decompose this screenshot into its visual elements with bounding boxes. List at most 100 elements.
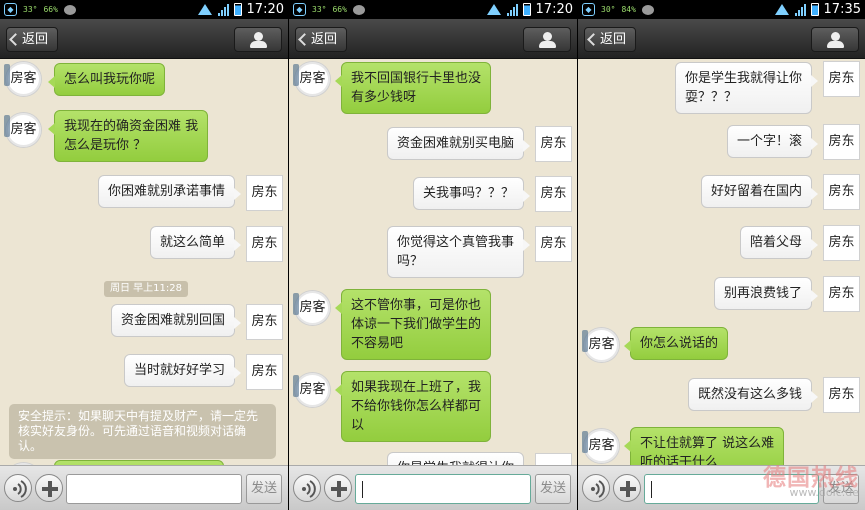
guest-avatar[interactable]: 房客 (293, 61, 331, 97)
host-avatar[interactable]: 房东 (535, 126, 572, 162)
chat-panel-3: ◆ 30° 84% 17:35 返回 你是学生我就得让你 耍？？？ 房东 一个字… (578, 0, 865, 510)
send-button[interactable]: 发送 (535, 474, 571, 504)
clock: 17:35 (823, 2, 861, 17)
security-notice: 安全提示：如果聊天中有提及财产，请一定先核实好友身份。可先通过语音和视频对话确认… (9, 404, 276, 459)
outgoing-message: 一个字！滚 (726, 125, 819, 158)
chat-panel-2: ◆ 33° 66% 17:20 返回 房客 我不回国银行卡里也没 有多少钱呀 资… (289, 0, 577, 510)
guest-avatar[interactable]: 房客 (4, 112, 42, 148)
message-input[interactable] (355, 474, 531, 504)
guest-avatar[interactable]: 房客 (293, 372, 331, 408)
incoming-message: 我现在的确资金困难 我 怎么是玩你 ？ (47, 110, 209, 162)
host-avatar[interactable]: 房东 (246, 175, 283, 211)
signal-icon (794, 3, 806, 16)
outgoing-message: 好好留着在国内 (700, 175, 819, 208)
send-button[interactable]: 发送 (246, 474, 282, 504)
plus-icon (620, 481, 636, 497)
plus-icon (42, 481, 58, 497)
message-list[interactable]: 你是学生我就得让你 耍？？？ 房东 一个字！滚 房东 好好留着在国内 房东 陪着… (578, 60, 865, 465)
percent-text: 66% (332, 5, 347, 14)
incoming-message: 如果我现在上班了，我 不给你钱你怎么样都可 以 (334, 371, 492, 442)
percent-text: 84% (621, 5, 636, 14)
chat-panel-1: ◆ 33° 66% 17:20 返回 房客 怎么叫我玩你呢 房客 我现在的确资金… (0, 0, 288, 510)
incoming-message: 这不管你事，可是你也 体谅一下我们做学生的 不容易吧 (334, 289, 492, 360)
shield-icon: ◆ (293, 3, 306, 16)
title-bar: 返回 (0, 19, 288, 59)
person-icon (543, 32, 552, 41)
incoming-message: 你怎么说话的 (623, 327, 729, 360)
plus-icon (331, 481, 347, 497)
clock: 17:20 (246, 2, 284, 17)
outgoing-message: 资金困难就别买电脑 (386, 127, 531, 160)
host-avatar[interactable]: 房东 (823, 124, 860, 160)
watermark-url: www.dolc.de (789, 486, 859, 499)
host-avatar[interactable]: 房东 (823, 61, 860, 97)
voice-icon (302, 480, 316, 498)
person-icon (254, 32, 263, 41)
wifi-icon (198, 4, 213, 15)
host-avatar[interactable]: 房东 (823, 174, 860, 210)
host-avatar[interactable]: 房东 (535, 226, 572, 262)
temperature-text: 33° (312, 5, 327, 14)
message-list[interactable]: 房客 怎么叫我玩你呢 房客 我现在的确资金困难 我 怎么是玩你 ？ 你困难就别承… (0, 60, 288, 465)
notification-icon (63, 4, 76, 15)
back-button[interactable]: 返回 (584, 27, 637, 52)
status-bar: ◆ 33° 66% 17:20 (0, 0, 288, 19)
status-bar: ◆ 33° 66% 17:20 (289, 0, 577, 19)
message-list[interactable]: 房客 我不回国银行卡里也没 有多少钱呀 资金困难就别买电脑 房东 关我事吗？？？… (289, 60, 577, 465)
person-icon (831, 32, 840, 41)
incoming-message: 我不回国银行卡里也没 有多少钱呀 (334, 62, 492, 114)
voice-icon (591, 480, 605, 498)
voice-button[interactable] (582, 474, 610, 502)
outgoing-message: 你是学生我就得让你 (386, 452, 524, 465)
text-cursor (362, 481, 363, 498)
host-avatar[interactable]: 房东 (823, 276, 860, 312)
battery-icon (810, 3, 819, 16)
message-input[interactable] (66, 474, 242, 504)
add-attachment-button[interactable] (613, 474, 641, 502)
outgoing-message: 你是学生我就得让你 耍？？？ (674, 62, 819, 114)
host-avatar[interactable]: 房东 (246, 304, 283, 340)
title-bar: 返回 (578, 19, 865, 59)
host-avatar[interactable]: 房东 (246, 354, 283, 390)
profile-button[interactable] (523, 27, 571, 52)
voice-button[interactable] (4, 474, 32, 502)
host-avatar[interactable]: 房东 (823, 225, 860, 261)
wifi-icon (775, 4, 790, 15)
guest-avatar[interactable]: 房客 (4, 61, 42, 97)
shield-icon: ◆ (582, 3, 595, 16)
outgoing-message: 你困难就别承诺事情 (97, 175, 242, 208)
timestamp: 周日 早上11:28 (104, 281, 188, 297)
outgoing-message: 别再浪费钱了 (713, 277, 819, 310)
outgoing-message: 当时就好好学习 (123, 354, 242, 387)
signal-icon (217, 3, 229, 16)
temperature-text: 33° (23, 5, 38, 14)
add-attachment-button[interactable] (35, 474, 63, 502)
host-avatar[interactable]: 房东 (823, 377, 860, 413)
host-avatar[interactable]: 房东 (246, 226, 283, 262)
incoming-message: 怎么叫我玩你呢 (47, 63, 166, 96)
title-bar: 返回 (289, 19, 577, 59)
notification-icon (352, 4, 365, 15)
guest-avatar[interactable]: 房客 (293, 290, 331, 326)
site-watermark: 德国热线 www.dolc.de (741, 458, 859, 500)
text-cursor (651, 481, 652, 498)
shield-icon: ◆ (4, 3, 17, 16)
input-bar: 发送 (0, 465, 288, 510)
host-avatar[interactable]: 房东 (535, 176, 572, 212)
notification-icon (641, 4, 654, 15)
clock: 17:20 (535, 2, 573, 17)
add-attachment-button[interactable] (324, 474, 352, 502)
battery-icon (233, 3, 242, 16)
back-button[interactable]: 返回 (6, 27, 59, 52)
guest-avatar[interactable]: 房客 (582, 327, 620, 363)
profile-button[interactable] (234, 27, 282, 52)
outgoing-message: 资金困难就别回国 (110, 304, 242, 337)
profile-button[interactable] (811, 27, 859, 52)
outgoing-message: 你觉得这个真管我事 吗？ (386, 226, 531, 278)
signal-icon (506, 3, 518, 16)
guest-avatar[interactable]: 房客 (582, 428, 620, 464)
back-button[interactable]: 返回 (295, 27, 348, 52)
host-avatar (535, 453, 572, 465)
outgoing-message: 陪着父母 (739, 226, 819, 259)
voice-button[interactable] (293, 474, 321, 502)
